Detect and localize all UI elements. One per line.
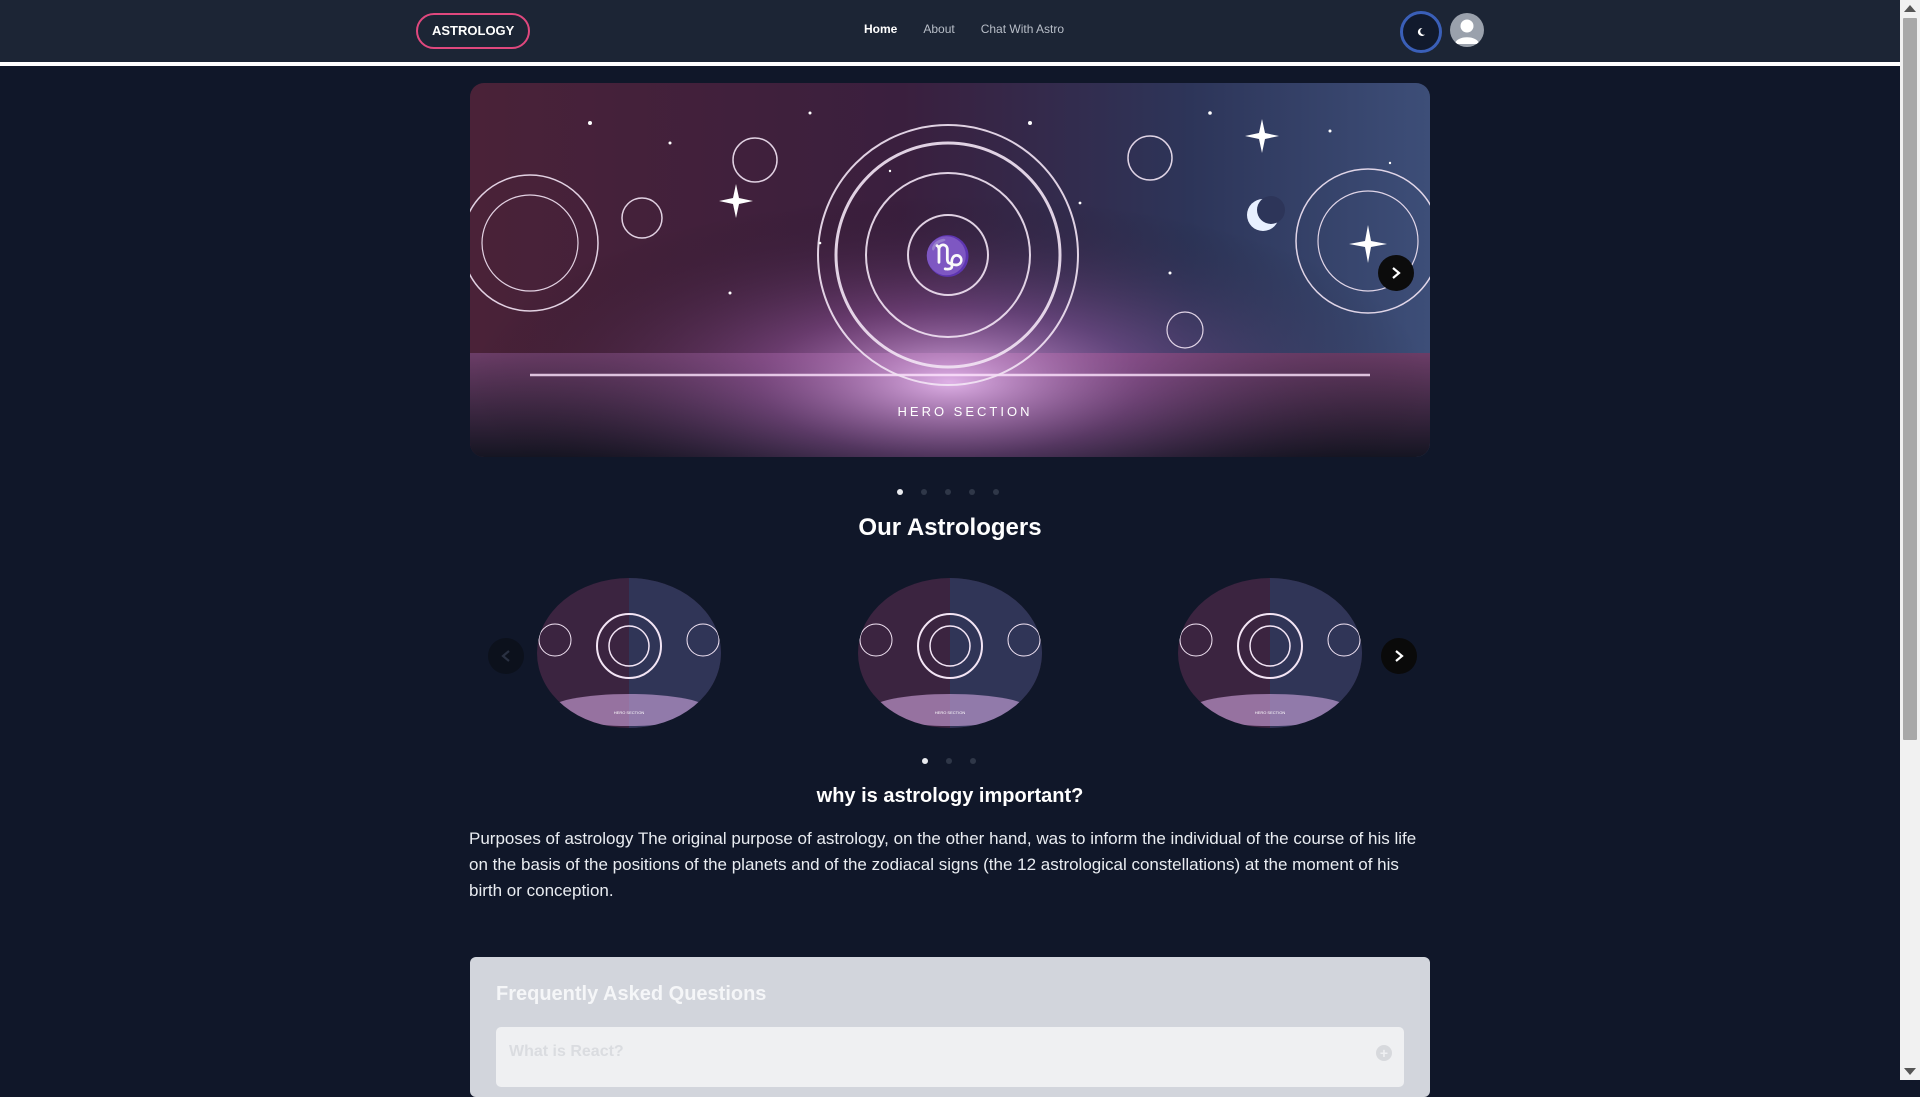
astrologers-dots xyxy=(922,758,976,764)
chevron-right-icon xyxy=(1395,650,1404,662)
astrologers-dot-3[interactable] xyxy=(970,758,976,764)
astrologer-card-3[interactable]: HERO SECTION xyxy=(1178,578,1362,728)
chevron-left-icon xyxy=(501,650,510,662)
scroll-up-arrow-icon[interactable] xyxy=(1904,5,1916,12)
nav-links: Home About Chat With Astro xyxy=(864,22,1064,36)
hero-slider: ♑ HERO SECTION xyxy=(470,83,1430,457)
svg-text:♑: ♑ xyxy=(924,234,971,278)
hero-slider-dots xyxy=(897,489,999,495)
astrologer-image: HERO SECTION xyxy=(537,578,721,728)
astrologer-card-1[interactable]: HERO SECTION xyxy=(537,578,721,728)
astrologer-image: HERO SECTION xyxy=(1178,578,1362,728)
astrologer-image: HERO SECTION xyxy=(858,578,1042,728)
faq-title: Frequently Asked Questions xyxy=(496,983,767,1005)
astrologers-prev-button[interactable] xyxy=(488,638,524,674)
hero-dot-5[interactable] xyxy=(993,489,999,495)
user-icon xyxy=(1455,19,1479,44)
astrologers-dot-2[interactable] xyxy=(946,758,952,764)
chevron-right-icon xyxy=(1392,267,1401,279)
hero-dot-2[interactable] xyxy=(921,489,927,495)
nav-link-about[interactable]: About xyxy=(923,22,954,36)
hero-image: ♑ HERO SECTION xyxy=(470,83,1430,457)
hero-dot-4[interactable] xyxy=(969,489,975,495)
astrologer-card-2[interactable]: HERO SECTION xyxy=(858,578,1042,728)
svg-text:HERO SECTION: HERO SECTION xyxy=(614,710,645,715)
hero-caption: HERO SECTION xyxy=(898,404,1033,419)
moon-icon xyxy=(1417,27,1425,36)
plus-icon: + xyxy=(1376,1045,1392,1061)
hero-dot-1[interactable] xyxy=(897,489,903,495)
faq-section: Frequently Asked Questions What is React… xyxy=(470,957,1430,1097)
why-paragraph: Purposes of astrology The original purpo… xyxy=(469,829,1417,900)
scroll-down-arrow-icon[interactable] xyxy=(1904,1068,1916,1075)
theme-toggle-button[interactable] xyxy=(1400,11,1442,53)
why-title: why is astrology important? xyxy=(816,785,1084,807)
hero-dot-3[interactable] xyxy=(945,489,951,495)
page-scrollbar[interactable] xyxy=(1900,0,1920,1080)
faq-question: What is React? xyxy=(509,1043,624,1060)
svg-text:HERO SECTION: HERO SECTION xyxy=(1255,710,1286,715)
svg-text:HERO SECTION: HERO SECTION xyxy=(935,710,966,715)
astrologers-dot-1[interactable] xyxy=(922,758,928,764)
navbar: ASTROLOGY Home About Chat With Astro xyxy=(0,0,1900,66)
faq-item[interactable]: What is React? + xyxy=(496,1027,1404,1087)
scrollbar-thumb[interactable] xyxy=(1903,18,1917,740)
nav-link-home[interactable]: Home xyxy=(864,22,897,36)
brand-logo-button[interactable]: ASTROLOGY xyxy=(416,13,531,49)
user-avatar-button[interactable] xyxy=(1450,13,1484,47)
hero-next-button[interactable] xyxy=(1378,255,1414,291)
astrologers-next-button[interactable] xyxy=(1381,638,1417,674)
astrologers-title: Our Astrologers xyxy=(858,514,1042,541)
nav-link-chat-with-astro[interactable]: Chat With Astro xyxy=(981,22,1064,36)
